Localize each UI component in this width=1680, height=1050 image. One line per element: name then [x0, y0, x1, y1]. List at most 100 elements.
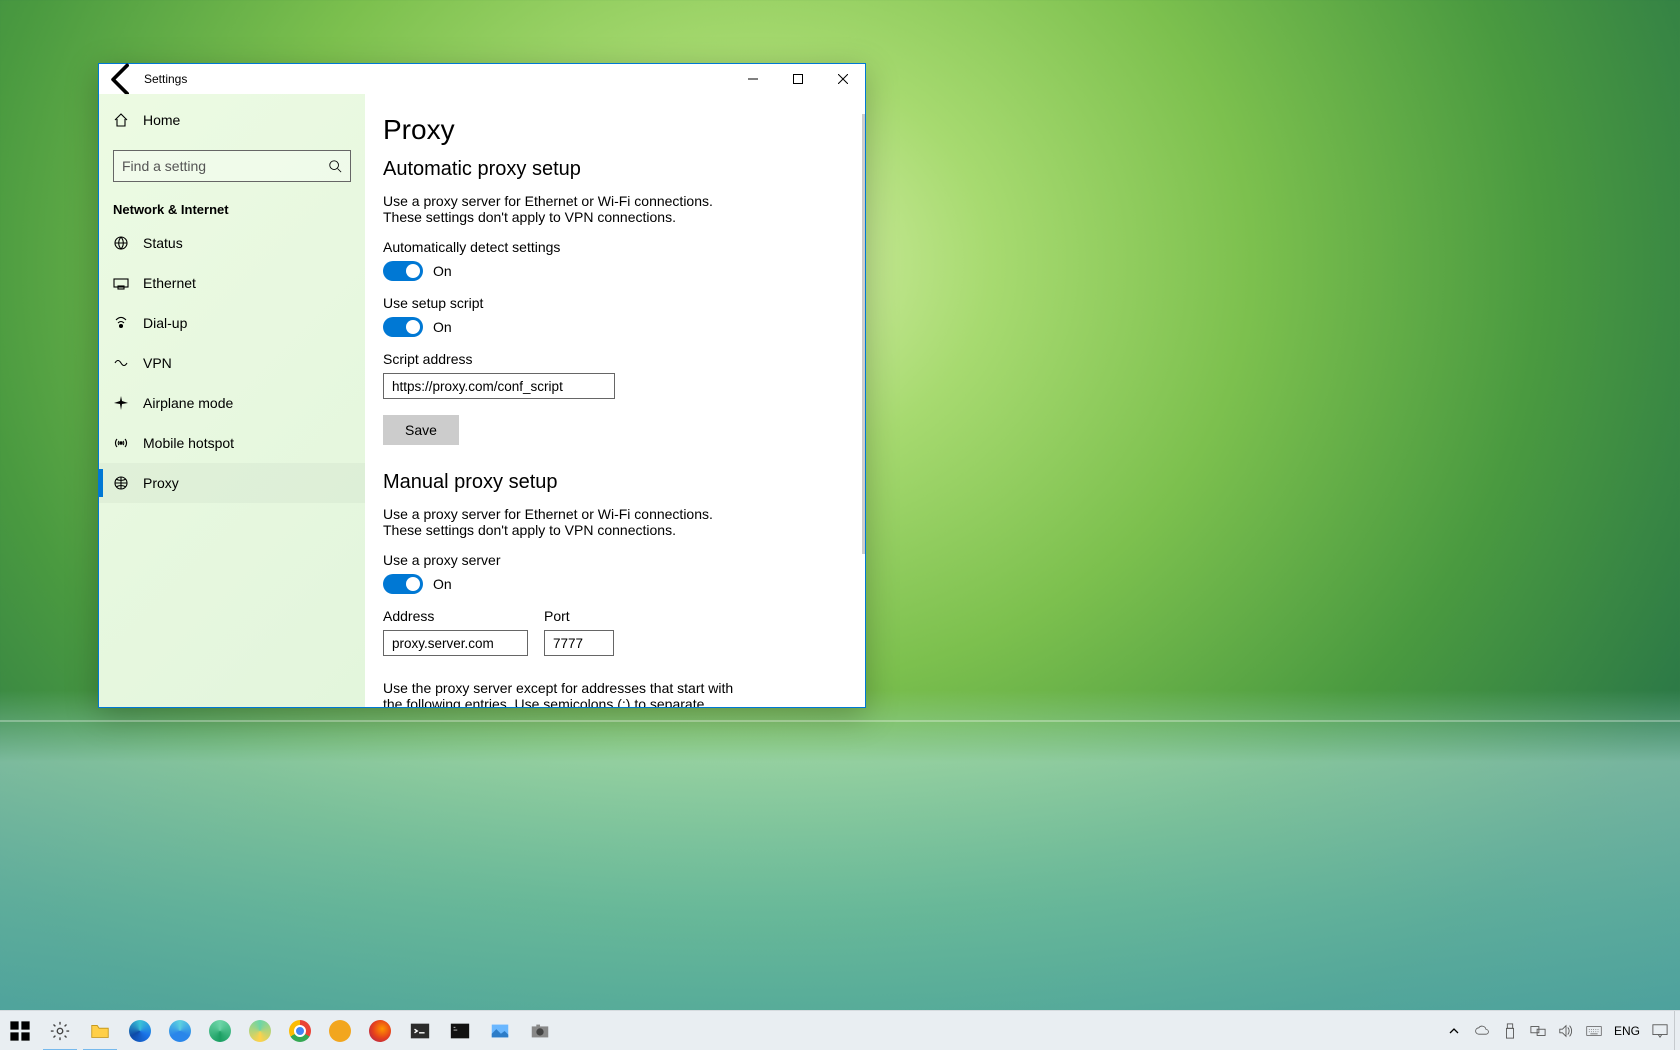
show-desktop-button[interactable]: [1674, 1011, 1680, 1050]
taskbar-app-settings[interactable]: [40, 1011, 80, 1050]
taskbar: ENG: [0, 1010, 1680, 1050]
close-button[interactable]: [820, 64, 865, 94]
auto-detect-label: Automatically detect settings: [383, 239, 835, 255]
sidebar-item-label: Status: [143, 235, 183, 251]
taskbar-app-edge[interactable]: [120, 1011, 160, 1050]
minimize-icon: [748, 74, 758, 84]
taskbar-app-chrome-canary[interactable]: [320, 1011, 360, 1050]
content-area: Proxy Automatic proxy setup Use a proxy …: [365, 94, 865, 707]
sidebar-item-label: Home: [143, 112, 180, 128]
port-label: Port: [544, 608, 614, 624]
ethernet-icon: [113, 275, 129, 291]
save-button[interactable]: Save: [383, 415, 459, 445]
use-script-label: Use setup script: [383, 295, 835, 311]
auto-heading: Automatic proxy setup: [383, 158, 835, 181]
hotspot-icon: [113, 435, 129, 451]
folder-icon: [89, 1020, 111, 1042]
usb-icon: [1502, 1023, 1518, 1039]
taskbar-app-camera[interactable]: [520, 1011, 560, 1050]
titlebar: Settings: [99, 64, 865, 94]
script-address-label: Script address: [383, 351, 835, 367]
settings-window: Settings Home Network & Internet: [98, 63, 866, 708]
notification-icon: [1652, 1023, 1668, 1039]
windows-icon: [9, 1020, 31, 1042]
cloud-icon: [1474, 1023, 1490, 1039]
airplane-icon: [113, 395, 129, 411]
taskbar-app-edge-canary[interactable]: [240, 1011, 280, 1050]
tray-network[interactable]: [1524, 1011, 1552, 1050]
sidebar-item-airplane[interactable]: Airplane mode: [99, 383, 365, 423]
back-button[interactable]: [99, 64, 144, 94]
window-title: Settings: [144, 72, 187, 86]
sidebar-item-label: Mobile hotspot: [143, 435, 234, 451]
use-proxy-label: Use a proxy server: [383, 552, 835, 568]
sidebar-item-dialup[interactable]: Dial-up: [99, 303, 365, 343]
sidebar-item-label: Proxy: [143, 475, 179, 491]
keyboard-icon: [1586, 1023, 1602, 1039]
sidebar-item-label: Airplane mode: [143, 395, 233, 411]
scrollbar[interactable]: [862, 114, 865, 554]
system-tray: ENG: [1440, 1011, 1680, 1050]
status-icon: [113, 235, 129, 251]
tray-onedrive[interactable]: [1468, 1011, 1496, 1050]
search-input[interactable]: [122, 158, 328, 174]
sidebar-group-label: Network & Internet: [99, 188, 365, 223]
taskbar-app-firefox[interactable]: [360, 1011, 400, 1050]
edge-canary-icon: [249, 1020, 271, 1042]
firefox-icon: [369, 1020, 391, 1042]
manual-heading: Manual proxy setup: [383, 471, 835, 494]
use-script-toggle[interactable]: [383, 317, 423, 337]
minimize-button[interactable]: [730, 64, 775, 94]
sidebar-item-status[interactable]: Status: [99, 223, 365, 263]
auto-detect-toggle[interactable]: [383, 261, 423, 281]
address-input[interactable]: [383, 630, 528, 656]
maximize-button[interactable]: [775, 64, 820, 94]
auto-desc: Use a proxy server for Ethernet or Wi-Fi…: [383, 193, 743, 225]
sidebar-item-ethernet[interactable]: Ethernet: [99, 263, 365, 303]
tray-usb[interactable]: [1496, 1011, 1524, 1050]
use-script-state: On: [433, 319, 452, 335]
sidebar-item-proxy[interactable]: Proxy: [99, 463, 365, 503]
cmd-icon: [449, 1020, 471, 1042]
port-input[interactable]: [544, 630, 614, 656]
volume-icon: [1558, 1023, 1574, 1039]
gear-icon: [49, 1020, 71, 1042]
edge-beta-icon: [169, 1020, 191, 1042]
taskbar-app-cmd[interactable]: [440, 1011, 480, 1050]
maximize-icon: [793, 74, 803, 84]
taskbar-app-edge-dev[interactable]: [200, 1011, 240, 1050]
camera-icon: [529, 1020, 551, 1042]
use-proxy-toggle[interactable]: [383, 574, 423, 594]
taskbar-app-photos[interactable]: [480, 1011, 520, 1050]
sidebar-item-home[interactable]: Home: [99, 100, 365, 140]
sidebar-item-label: Dial-up: [143, 315, 187, 331]
except-desc: Use the proxy server except for addresse…: [383, 680, 743, 707]
terminal-icon: [409, 1020, 431, 1042]
vpn-icon: [113, 355, 129, 371]
tray-notifications[interactable]: [1646, 1011, 1674, 1050]
sidebar-item-hotspot[interactable]: Mobile hotspot: [99, 423, 365, 463]
chevron-up-icon: [1446, 1023, 1462, 1039]
photos-icon: [489, 1020, 511, 1042]
taskbar-app-edge-beta[interactable]: [160, 1011, 200, 1050]
tray-volume[interactable]: [1552, 1011, 1580, 1050]
taskbar-app-explorer[interactable]: [80, 1011, 120, 1050]
dialup-icon: [113, 315, 129, 331]
manual-desc: Use a proxy server for Ethernet or Wi-Fi…: [383, 506, 743, 538]
address-label: Address: [383, 608, 528, 624]
edge-icon: [129, 1020, 151, 1042]
sidebar-item-label: Ethernet: [143, 275, 196, 291]
start-button[interactable]: [0, 1011, 40, 1050]
close-icon: [838, 74, 848, 84]
globe-icon: [113, 475, 129, 491]
chrome-canary-icon: [329, 1020, 351, 1042]
taskbar-app-chrome[interactable]: [280, 1011, 320, 1050]
tray-keyboard[interactable]: [1580, 1011, 1608, 1050]
sidebar-item-vpn[interactable]: VPN: [99, 343, 365, 383]
auto-detect-state: On: [433, 263, 452, 279]
search-input-wrapper[interactable]: [113, 150, 351, 182]
script-address-input[interactable]: [383, 373, 615, 399]
tray-language[interactable]: ENG: [1608, 1011, 1646, 1050]
tray-overflow[interactable]: [1440, 1011, 1468, 1050]
taskbar-app-terminal[interactable]: [400, 1011, 440, 1050]
